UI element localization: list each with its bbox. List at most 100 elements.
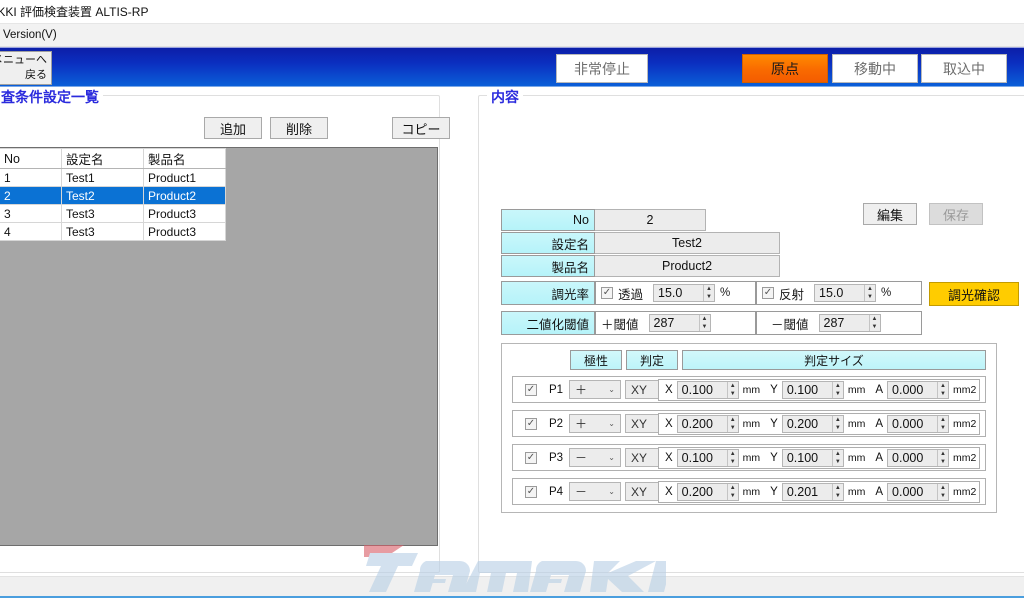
column-header-no[interactable]: No: [0, 148, 62, 169]
cell-no[interactable]: 4: [0, 222, 62, 241]
transmission-checkbox[interactable]: ✓: [601, 287, 613, 299]
y-size-spinbox[interactable]: 0.100 ▲ ▼: [781, 449, 844, 467]
y-size-value[interactable]: 0.200: [783, 416, 832, 432]
a-size-spin-buttons[interactable]: ▲ ▼: [937, 416, 949, 432]
delete-button[interactable]: 削除: [270, 117, 328, 139]
spin-down-icon[interactable]: ▼: [938, 424, 948, 432]
spin-down-icon[interactable]: ▼: [728, 390, 738, 398]
polarity-select[interactable]: － ⌄: [569, 482, 621, 501]
table-row[interactable]: 1 Test1 Product1: [0, 168, 226, 187]
judge-row[interactable]: ✓P2＋⌄XY⌄X0.200▲▼mmY0.200▲▼mmA0.000▲▼mm2: [512, 410, 986, 437]
y-size-value[interactable]: 0.100: [783, 450, 832, 466]
spin-up-icon[interactable]: ▲: [700, 315, 710, 323]
polarity-select[interactable]: － ⌄: [569, 448, 621, 467]
y-size-spinbox[interactable]: 0.100 ▲ ▼: [781, 381, 844, 399]
reflection-value[interactable]: 15.0: [815, 285, 864, 301]
x-size-value[interactable]: 0.200: [678, 416, 727, 432]
judge-row[interactable]: ✓P1＋⌄XY⌄X0.100▲▼mmY0.100▲▼mmA0.000▲▼mm2: [512, 376, 986, 403]
spin-up-icon[interactable]: ▲: [938, 484, 948, 492]
a-size-value[interactable]: 0.000: [888, 416, 937, 432]
spin-down-icon[interactable]: ▼: [833, 424, 843, 432]
cell-setting-name[interactable]: Test1: [61, 168, 144, 187]
transmission-value[interactable]: 15.0: [654, 285, 703, 301]
spin-down-icon[interactable]: ▼: [728, 424, 738, 432]
judge-row[interactable]: ✓P4－⌄XY⌄X0.200▲▼mmY0.201▲▼mmA0.000▲▼mm2: [512, 478, 986, 505]
x-size-value[interactable]: 0.100: [678, 450, 727, 466]
a-size-value[interactable]: 0.000: [888, 382, 937, 398]
x-size-spin-buttons[interactable]: ▲ ▼: [726, 416, 738, 432]
copy-button[interactable]: コピー: [392, 117, 450, 139]
a-size-spin-buttons[interactable]: ▲ ▼: [937, 450, 949, 466]
reflection-checkbox[interactable]: ✓: [762, 287, 774, 299]
cell-product-name[interactable]: Product1: [143, 168, 226, 187]
cell-product-name[interactable]: Product3: [143, 204, 226, 223]
minus-threshold-value[interactable]: 287: [820, 315, 869, 331]
plus-threshold-value[interactable]: 287: [650, 315, 699, 331]
spin-up-icon[interactable]: ▲: [728, 484, 738, 492]
x-size-value[interactable]: 0.100: [678, 382, 727, 398]
polarity-select[interactable]: ＋ ⌄: [569, 380, 621, 399]
spin-up-icon[interactable]: ▲: [728, 450, 738, 458]
polarity-select[interactable]: ＋ ⌄: [569, 414, 621, 433]
a-size-spinbox[interactable]: 0.000 ▲ ▼: [887, 449, 950, 467]
add-button[interactable]: 追加: [204, 117, 262, 139]
cell-no[interactable]: 3: [0, 204, 62, 223]
judge-row-checkbox[interactable]: ✓: [525, 451, 537, 464]
save-button[interactable]: 保存: [929, 203, 983, 225]
spin-down-icon[interactable]: ▼: [938, 492, 948, 500]
judge-row-checkbox[interactable]: ✓: [525, 383, 537, 396]
cell-setting-name[interactable]: Test3: [61, 204, 144, 223]
spin-up-icon[interactable]: ▲: [870, 315, 880, 323]
transmission-spin-buttons[interactable]: ▲ ▼: [703, 285, 715, 301]
table-row[interactable]: 3 Test3 Product3: [0, 204, 226, 223]
edit-button[interactable]: 編集: [863, 203, 917, 225]
spin-up-icon[interactable]: ▲: [833, 416, 843, 424]
reflection-spin-buttons[interactable]: ▲ ▼: [864, 285, 876, 301]
capturing-status-button[interactable]: 取込中: [921, 54, 1007, 83]
a-size-spinbox[interactable]: 0.000 ▲ ▼: [887, 415, 950, 433]
x-size-spin-buttons[interactable]: ▲ ▼: [726, 484, 738, 500]
minus-threshold-spin-buttons[interactable]: ▲ ▼: [868, 315, 880, 331]
spin-down-icon[interactable]: ▼: [704, 293, 714, 301]
cell-product-name[interactable]: Product3: [143, 222, 226, 241]
y-size-value[interactable]: 0.201: [783, 484, 832, 500]
cell-no[interactable]: 2: [0, 186, 62, 205]
column-header-setting-name[interactable]: 設定名: [61, 148, 144, 169]
back-to-main-menu-button[interactable]: ンメニューへ 戻る: [0, 51, 52, 85]
a-size-spinbox[interactable]: 0.000 ▲ ▼: [887, 381, 950, 399]
cell-setting-name[interactable]: Test2: [61, 186, 144, 205]
y-size-spinbox[interactable]: 0.200 ▲ ▼: [781, 415, 844, 433]
x-size-spinbox[interactable]: 0.100 ▲ ▼: [676, 381, 739, 399]
origin-status-button[interactable]: 原点: [742, 54, 828, 83]
emergency-stop-button[interactable]: 非常停止: [556, 54, 648, 83]
spin-down-icon[interactable]: ▼: [938, 458, 948, 466]
spin-up-icon[interactable]: ▲: [865, 285, 875, 293]
a-size-spin-buttons[interactable]: ▲ ▼: [937, 484, 949, 500]
judge-row[interactable]: ✓P3－⌄XY⌄X0.100▲▼mmY0.100▲▼mmA0.000▲▼mm2: [512, 444, 986, 471]
condition-table-container[interactable]: No 設定名 製品名 1 Test1 Product1 2 Test2 Product2 3…: [0, 147, 438, 546]
spin-down-icon[interactable]: ▼: [728, 492, 738, 500]
dimming-check-button[interactable]: 調光確認: [929, 282, 1019, 306]
y-size-value[interactable]: 0.100: [783, 382, 832, 398]
minus-threshold-spinbox[interactable]: 287 ▲ ▼: [818, 314, 881, 332]
spin-up-icon[interactable]: ▲: [833, 484, 843, 492]
table-row[interactable]: 2 Test2 Product2: [0, 186, 226, 205]
x-size-spinbox[interactable]: 0.200 ▲ ▼: [676, 483, 739, 501]
table-row[interactable]: 4 Test3 Product3: [0, 222, 226, 241]
a-size-spin-buttons[interactable]: ▲ ▼: [937, 382, 949, 398]
spin-down-icon[interactable]: ▼: [700, 323, 710, 331]
x-size-spin-buttons[interactable]: ▲ ▼: [726, 450, 738, 466]
a-size-spinbox[interactable]: 0.000 ▲ ▼: [887, 483, 950, 501]
cell-setting-name[interactable]: Test3: [61, 222, 144, 241]
spin-down-icon[interactable]: ▼: [865, 293, 875, 301]
spin-up-icon[interactable]: ▲: [728, 382, 738, 390]
spin-up-icon[interactable]: ▲: [704, 285, 714, 293]
x-size-spinbox[interactable]: 0.200 ▲ ▼: [676, 415, 739, 433]
spin-down-icon[interactable]: ▼: [833, 390, 843, 398]
y-size-spin-buttons[interactable]: ▲ ▼: [831, 484, 843, 500]
spin-up-icon[interactable]: ▲: [938, 382, 948, 390]
spin-up-icon[interactable]: ▲: [938, 416, 948, 424]
transmission-spinbox[interactable]: 15.0 ▲ ▼: [653, 284, 716, 302]
x-size-spinbox[interactable]: 0.100 ▲ ▼: [676, 449, 739, 467]
y-size-spin-buttons[interactable]: ▲ ▼: [831, 416, 843, 432]
